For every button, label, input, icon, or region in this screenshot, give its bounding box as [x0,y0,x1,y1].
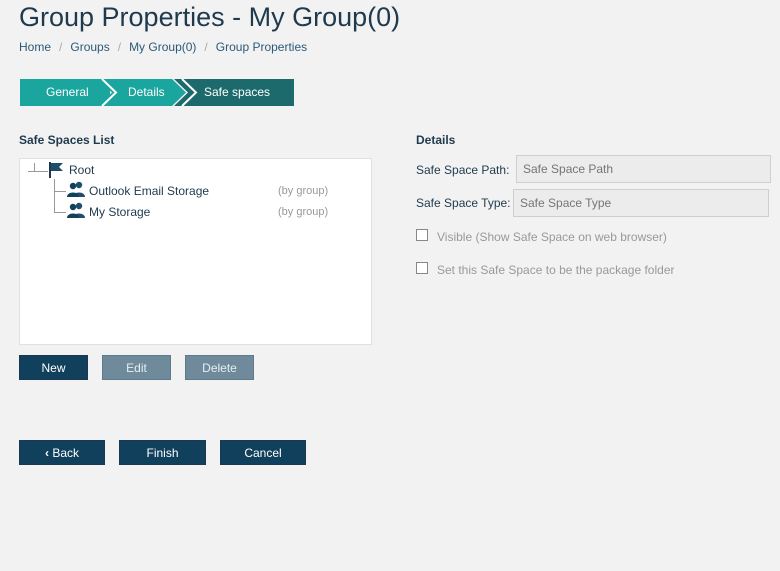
breadcrumb-separator: / [59,40,63,54]
tree-line [54,179,55,212]
tree-item-note: (by group) [278,206,329,218]
tree-line [28,171,48,172]
tree-item-note: (by group) [278,185,329,197]
safe-space-type-input[interactable] [513,189,769,217]
safe-space-path-input[interactable] [516,155,771,183]
tree-item-my-storage[interactable]: My Storage [89,205,150,219]
back-button[interactable]: ‹ Back [19,440,105,465]
safe-spaces-tree: Root Outlook Email Storage (by group) My… [19,158,372,345]
group-icon [67,181,85,202]
tree-line [34,163,35,171]
delete-button[interactable]: Delete [185,355,254,380]
finish-button[interactable]: Finish [119,440,206,465]
tree-line [54,191,66,192]
new-button[interactable]: New [19,355,88,380]
edit-button[interactable]: Edit [102,355,171,380]
tree-root[interactable]: Root [69,163,94,177]
cancel-button[interactable]: Cancel [220,440,306,465]
tree-item-outlook-email-storage[interactable]: Outlook Email Storage [89,184,209,198]
visible-checkbox[interactable] [416,229,428,241]
breadcrumb: Home / Groups / My Group(0) / Group Prop… [19,40,307,54]
flag-icon [48,162,64,183]
chevron-left-icon: ‹ [44,446,49,460]
package-folder-checkbox-label: Set this Safe Space to be the package fo… [437,263,675,277]
safe-space-path-label: Safe Space Path: [416,163,510,177]
group-icon [67,202,85,223]
tree-line [54,212,66,213]
breadcrumb-separator: / [117,40,122,54]
visible-checkbox-label: Visible (Show Safe Space on web browser) [437,230,667,244]
breadcrumb-home[interactable]: Home [19,40,51,54]
breadcrumb-group-properties[interactable]: Group Properties [216,40,307,54]
details-heading: Details [416,133,456,147]
package-folder-checkbox[interactable] [416,262,428,274]
breadcrumb-groups[interactable]: Groups [70,40,109,54]
safe-spaces-list-heading: Safe Spaces List [19,133,115,147]
breadcrumb-separator: / [204,40,208,54]
back-button-label: Back [52,446,80,460]
page-title: Group Properties - My Group(0) [19,2,401,32]
wizard-separators [101,79,198,106]
breadcrumb-my-group[interactable]: My Group(0) [129,40,196,54]
safe-space-type-label: Safe Space Type: [416,196,511,210]
